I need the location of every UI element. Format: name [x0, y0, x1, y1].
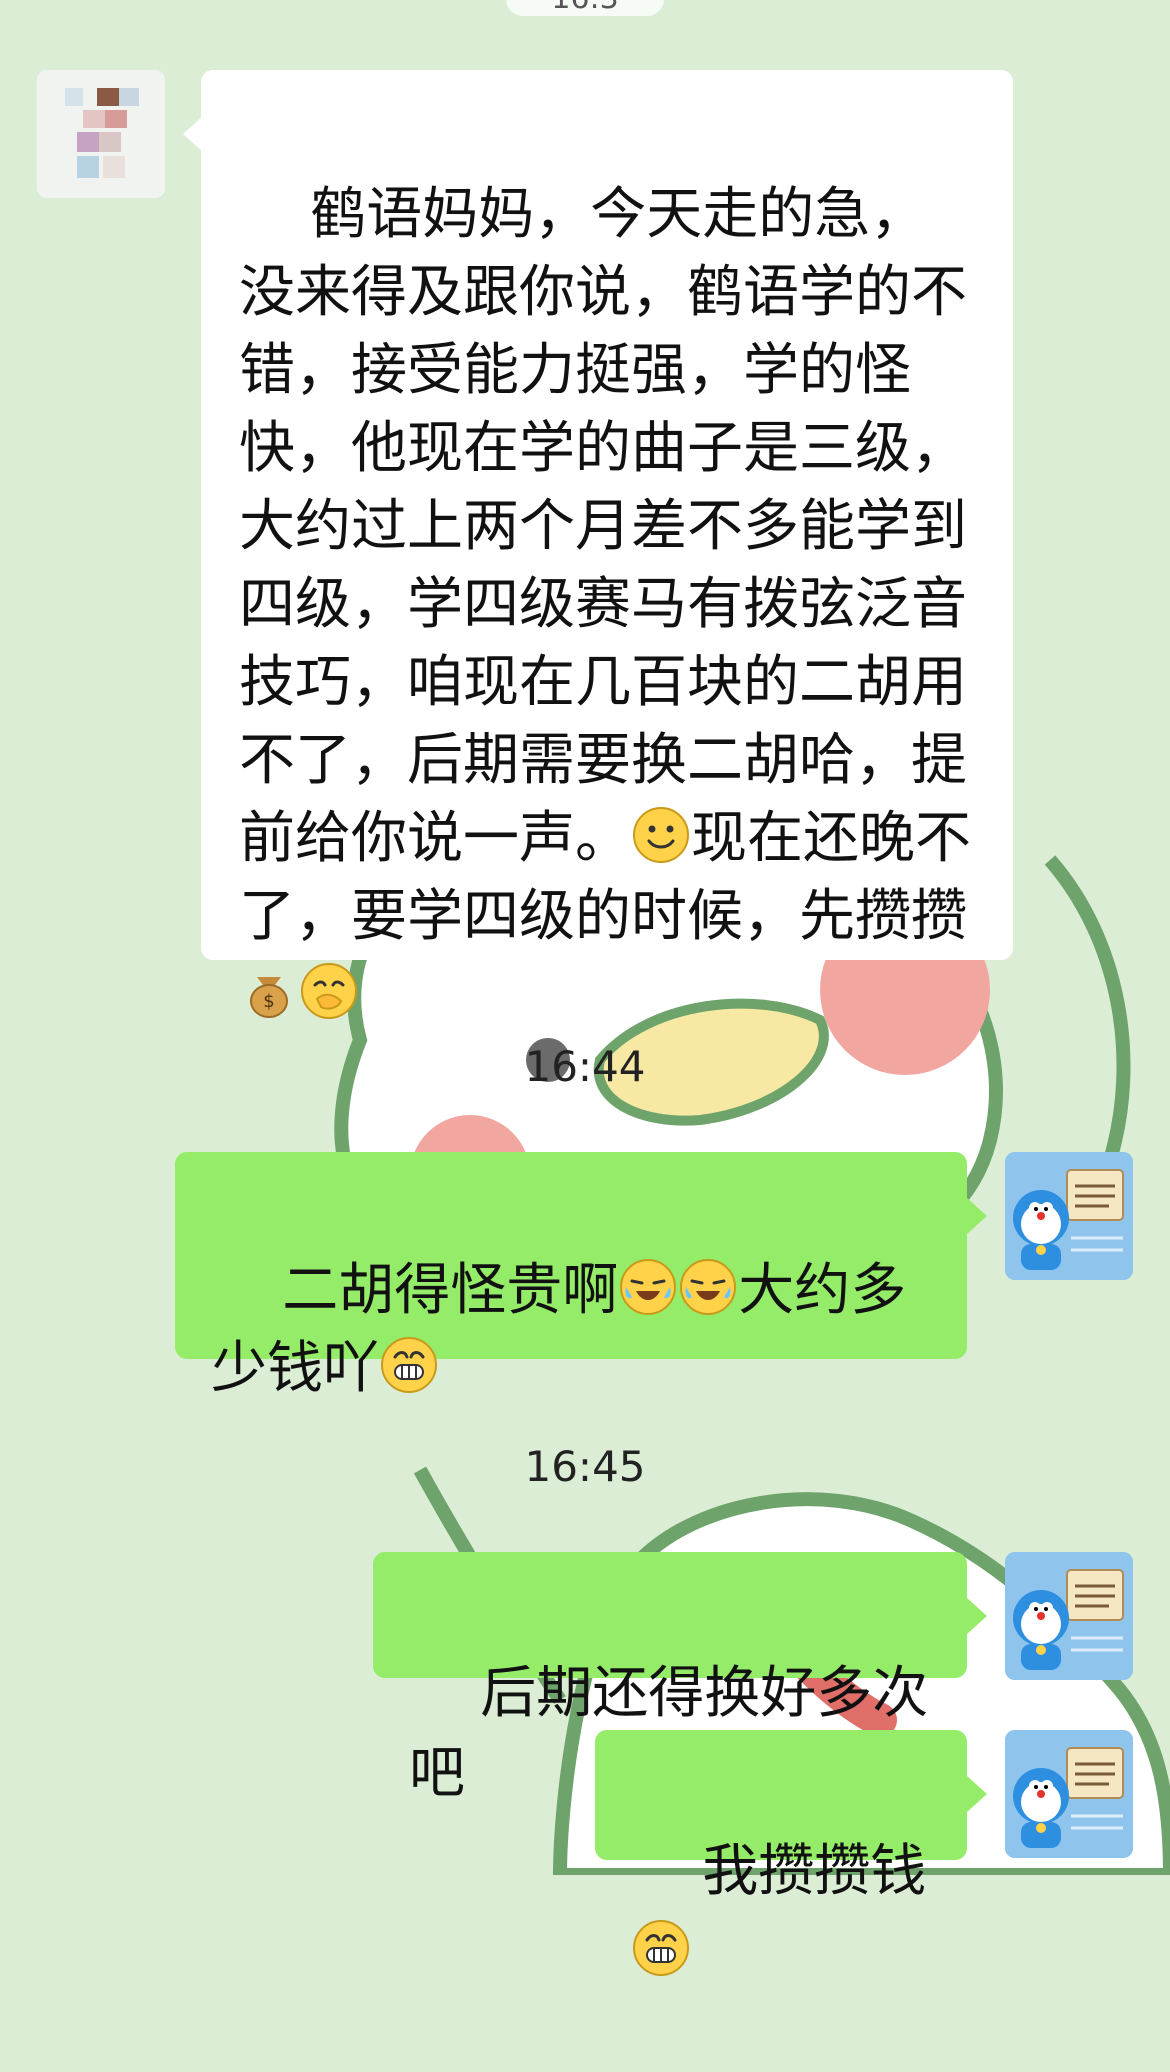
money-bag-emoji-icon: $ [250, 977, 288, 1018]
my-avatar[interactable] [1005, 1152, 1133, 1280]
doraemon-avatar-image [1005, 1552, 1133, 1680]
message-bubble-outgoing[interactable]: 我攒攒钱 [595, 1730, 987, 1976]
doraemon-avatar-image [1005, 1152, 1133, 1280]
message-text: 我攒攒钱 [702, 1839, 927, 1904]
message-bubble-incoming[interactable]: 鹤语妈妈，今天走的急，没来得及跟你说，鹤语学的不错，接受能力挺强，学的怪快，他现… [183, 70, 1013, 1019]
timestamp: 16:45 [524, 1442, 646, 1491]
timestamp: 16:44 [524, 1042, 646, 1091]
timestamp-partial: 16:3 [506, 0, 664, 16]
blurred-avatar-image [37, 70, 165, 198]
message-text: 鹤语妈妈，今天走的急，没来得及跟你说，鹤语学的不错，接受能力挺强，学的怪快，他现… [239, 182, 967, 871]
smile-emoji-icon [633, 807, 689, 863]
doraemon-avatar-image [1005, 1730, 1133, 1858]
my-avatar[interactable] [1005, 1730, 1133, 1858]
crying-laughing-emoji-icon [680, 1259, 737, 1315]
hand-over-mouth-emoji-icon [301, 963, 357, 1019]
grin-emoji-icon [633, 1920, 689, 1976]
message-bubble-outgoing[interactable]: 二胡得怪贵啊 大约多少钱吖 [175, 1152, 987, 1401]
my-avatar[interactable] [1005, 1552, 1133, 1680]
contact-avatar[interactable] [37, 70, 165, 198]
message-bubble-outgoing[interactable]: 后期还得换好多次吧 [373, 1552, 987, 1806]
svg-text:$: $ [263, 991, 274, 1012]
grin-emoji-icon [381, 1337, 437, 1393]
message-text: 二胡得怪贵啊 [282, 1258, 619, 1323]
crying-laughing-emoji-icon [620, 1259, 677, 1315]
